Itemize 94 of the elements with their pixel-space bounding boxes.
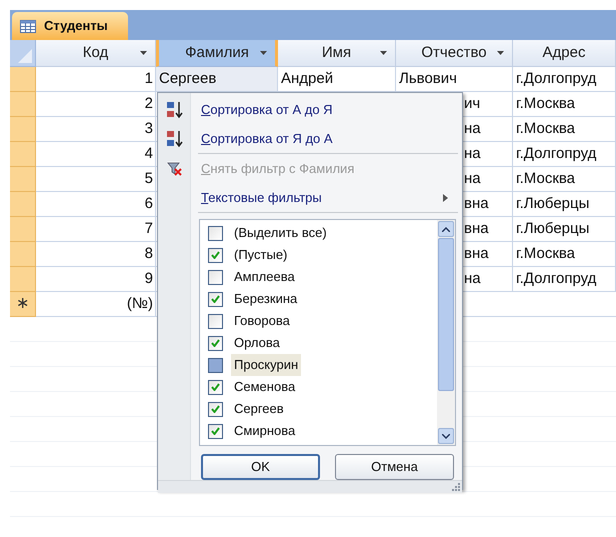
table-cell-text: г.Москва bbox=[516, 244, 576, 264]
value-label: Березкина bbox=[233, 290, 298, 308]
table-cell-text: г.Люберцы bbox=[516, 194, 590, 214]
table-cell-text: г.Москва bbox=[516, 118, 576, 139]
checkbox[interactable] bbox=[208, 358, 223, 372]
table-cell-text: 9 bbox=[144, 268, 153, 289]
corner-triangle-icon bbox=[18, 49, 32, 63]
checkmark-icon bbox=[211, 427, 220, 435]
table-cell-text: 1 bbox=[144, 68, 153, 89]
select-all-corner[interactable] bbox=[10, 40, 36, 67]
dialog-button[interactable]: Отмена bbox=[335, 454, 454, 480]
new-record-marker: ∗ bbox=[16, 294, 29, 314]
value-label: Орлова bbox=[233, 334, 281, 352]
row-selector[interactable] bbox=[10, 217, 36, 242]
row-selector[interactable] bbox=[10, 267, 36, 292]
dropdown-arrow-icon bbox=[380, 51, 387, 55]
dropdown-arrow-icon bbox=[140, 51, 147, 55]
menu-item[interactable]: Текстовые фильтры bbox=[191, 186, 462, 210]
menu-item[interactable]: Сортировка от А до Я bbox=[191, 98, 462, 122]
table-cell-text: 8 bbox=[144, 244, 153, 264]
value-label: (Выделить все) bbox=[233, 224, 328, 242]
table-cell-text: на bbox=[464, 118, 481, 139]
table-cell-text: (№) bbox=[126, 294, 153, 314]
resize-grip-icon bbox=[452, 483, 460, 491]
checkbox[interactable] bbox=[208, 402, 223, 416]
value-label: Амплеева bbox=[233, 268, 296, 286]
checkbox[interactable] bbox=[208, 380, 223, 394]
table-cell-text: г.Долгопруд bbox=[516, 144, 596, 164]
checkbox[interactable] bbox=[208, 314, 223, 328]
value-label: Семенова bbox=[233, 378, 296, 396]
table-cell-text: г.Москва bbox=[516, 94, 576, 114]
menu-item[interactable]: Сортировка от Я до А bbox=[191, 126, 462, 150]
checkbox[interactable] bbox=[208, 424, 223, 438]
table-cell-text: 5 bbox=[144, 168, 153, 189]
row-selector[interactable] bbox=[10, 192, 36, 217]
scrollbar[interactable] bbox=[437, 220, 455, 445]
table-cell-text: вна bbox=[464, 244, 489, 264]
checkmark-icon bbox=[211, 339, 220, 347]
table-cell-text: 4 bbox=[144, 144, 153, 164]
row-selector[interactable] bbox=[10, 67, 36, 92]
submenu-arrow-icon bbox=[443, 194, 448, 202]
scroll-up-icon bbox=[442, 226, 450, 232]
table-cell-text: г.Долгопруд bbox=[516, 268, 596, 289]
sort-ascending-icon bbox=[166, 100, 184, 118]
table-cell-text: 7 bbox=[144, 218, 153, 239]
column-header[interactable]: Адрес bbox=[513, 40, 616, 67]
table-cell-text: на bbox=[464, 144, 481, 164]
table-tab[interactable]: Студенты bbox=[12, 12, 128, 40]
clear-filter-icon bbox=[166, 160, 182, 176]
checkbox[interactable] bbox=[208, 336, 223, 350]
scroll-down-icon bbox=[442, 434, 450, 438]
checkmark-icon bbox=[211, 295, 220, 303]
row-selector[interactable] bbox=[10, 92, 36, 117]
table-cell-text: вна bbox=[464, 218, 489, 239]
checkbox[interactable] bbox=[208, 292, 223, 306]
dialog-button[interactable]: OK bbox=[201, 454, 320, 480]
checkbox[interactable] bbox=[208, 270, 223, 284]
table-cell-text: ич bbox=[464, 94, 480, 114]
sort-descending-icon bbox=[166, 130, 184, 148]
column-header[interactable]: Фамилия bbox=[156, 40, 278, 67]
table-cell-text: вна bbox=[464, 194, 489, 214]
column-header[interactable]: Отчество bbox=[396, 40, 513, 67]
table-cell-text: Львович bbox=[399, 68, 457, 89]
table-cell-text: 6 bbox=[144, 194, 153, 214]
table-cell-text: 2 bbox=[144, 94, 153, 114]
row-selector[interactable] bbox=[10, 242, 36, 267]
checkmark-icon bbox=[211, 251, 220, 259]
table-cell-text: на bbox=[464, 268, 481, 289]
row-selector[interactable] bbox=[10, 117, 36, 142]
value-label: Смирнова bbox=[233, 422, 296, 440]
table-cell-text: г.Долгопруд bbox=[516, 68, 596, 89]
table-cell-text: на bbox=[464, 168, 481, 189]
dropdown-arrow-icon bbox=[260, 51, 267, 55]
row-selector[interactable] bbox=[10, 142, 36, 167]
checkmark-icon bbox=[211, 405, 220, 413]
table-icon bbox=[20, 20, 36, 32]
value-label: Говорова bbox=[233, 312, 291, 330]
column-header[interactable]: Имя bbox=[278, 40, 396, 67]
checkbox[interactable] bbox=[208, 226, 223, 240]
column-header[interactable]: Код bbox=[36, 40, 156, 67]
checkbox[interactable] bbox=[208, 248, 223, 262]
table-cell-text: Андрей bbox=[281, 68, 334, 89]
table-cell-text: г.Люберцы bbox=[516, 218, 590, 239]
dropdown-arrow-icon bbox=[497, 51, 504, 55]
checkmark-icon bbox=[211, 383, 220, 391]
row-selector[interactable] bbox=[10, 167, 36, 192]
table-cell-text: Сергеев bbox=[159, 68, 216, 89]
scroll-thumb[interactable] bbox=[438, 238, 454, 391]
table-cell-text: 3 bbox=[144, 118, 153, 139]
value-label: Сергеев bbox=[233, 400, 285, 418]
value-label: (Пустые) bbox=[233, 246, 288, 264]
row-selector[interactable]: ∗ bbox=[10, 292, 36, 317]
value-label: Проскурин bbox=[231, 354, 302, 376]
table-cell-text: г.Москва bbox=[516, 168, 576, 189]
